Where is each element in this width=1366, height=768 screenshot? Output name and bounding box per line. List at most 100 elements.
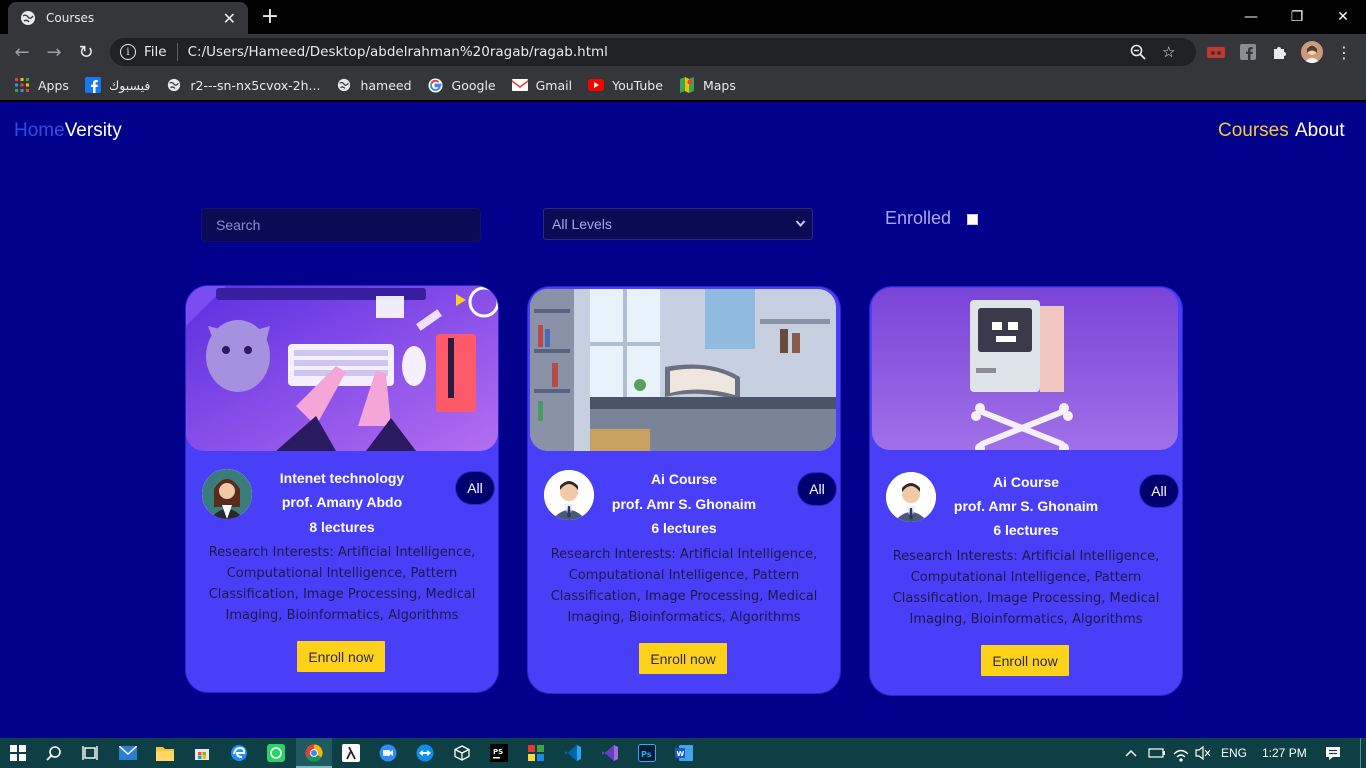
address-bar[interactable]: i File C:/Users/Hameed/Desktop/abdelrahm… [110, 38, 1196, 66]
extensions-puzzle-icon[interactable] [1270, 42, 1290, 62]
course-description: Research Interests: Artificial Intellige… [892, 549, 1160, 627]
menu-kebab-icon[interactable]: ⋮ [1334, 42, 1354, 62]
course-lectures: 6 lectures [651, 520, 717, 536]
back-button[interactable]: ← [10, 40, 34, 64]
store-icon[interactable] [192, 743, 212, 763]
course-lectures: 8 lectures [309, 519, 375, 535]
show-desktop-button[interactable] [1360, 738, 1366, 768]
notifications-icon[interactable] [1324, 738, 1342, 768]
visual-studio-icon[interactable] [600, 743, 620, 763]
app-lambda-icon[interactable] [341, 743, 361, 763]
wifi-icon[interactable] [1172, 738, 1190, 768]
course-instructor: prof. Amany Abdo [281, 494, 403, 510]
course-instructor: prof. Amr S. Ghonaim [953, 498, 1099, 514]
chrome-icon[interactable] [304, 743, 324, 763]
windows-start-icon[interactable] [8, 743, 28, 763]
minimize-button[interactable]: — [1228, 0, 1274, 34]
clock[interactable]: 1:27 PM [1262, 738, 1307, 768]
bookmark-google[interactable]: Google [428, 77, 496, 93]
site-logo[interactable]: HomeVersity [14, 120, 122, 142]
bookmark-star-icon[interactable]: ☆ [1162, 38, 1175, 66]
zoom-app-icon[interactable] [378, 743, 398, 763]
course-lectures: 6 lectures [993, 522, 1059, 538]
level-badge: All [456, 472, 494, 504]
close-tab-icon[interactable]: ✕ [223, 9, 236, 28]
bookmark-label: r2---sn-nx5cvox-2h... [190, 77, 321, 93]
level-select[interactable]: All Levels [543, 208, 813, 240]
svg-text:W: W [677, 750, 685, 758]
bookmark-maps[interactable]: Maps [679, 77, 736, 93]
reload-button[interactable]: ↻ [74, 40, 98, 64]
bookmark-label: Gmail [535, 77, 573, 93]
zoom-icon[interactable] [1130, 38, 1146, 66]
enrolled-checkbox[interactable] [967, 214, 978, 225]
profile-avatar[interactable] [1301, 41, 1323, 63]
language-indicator[interactable]: ENG [1221, 738, 1247, 768]
3d-viewer-icon[interactable] [452, 743, 472, 763]
enroll-now-button[interactable]: Enroll now [639, 643, 727, 674]
restore-button[interactable]: ❐ [1274, 0, 1320, 34]
close-window-button[interactable]: ✕ [1320, 0, 1366, 34]
bookmark-label: hameed [360, 77, 412, 93]
google-icon [428, 77, 444, 93]
course-image-room [530, 289, 836, 451]
bookmark-label: YouTube [612, 77, 663, 93]
facebook-extension-icon[interactable] [1238, 42, 1258, 62]
browser-tab[interactable]: Courses ✕ [8, 2, 248, 34]
course-title: Ai Course [992, 474, 1060, 490]
svg-text:Ps: Ps [641, 750, 652, 759]
task-view-icon[interactable] [80, 743, 100, 763]
nav-about-link[interactable]: About [1295, 120, 1345, 142]
enroll-now-button[interactable]: Enroll now [981, 645, 1069, 676]
url-text[interactable]: C:/Users/Hameed/Desktop/abdelrahman%20ra… [188, 44, 608, 60]
enroll-now-button[interactable]: Enroll now [297, 641, 385, 672]
bookmark-label: Maps [702, 77, 736, 93]
enrolled-label: Enrolled [885, 208, 952, 228]
search-icon[interactable] [44, 743, 64, 763]
bookmark-apps[interactable]: Apps [14, 77, 69, 93]
volume-muted-icon[interactable] [1194, 738, 1212, 768]
level-badge: All [1140, 475, 1178, 507]
forward-button[interactable]: → [42, 40, 66, 64]
info-icon[interactable]: i [120, 44, 136, 60]
bookmark-label: Google [451, 77, 496, 93]
tray-chevron-up-icon[interactable] [1124, 738, 1138, 768]
file-explorer-icon[interactable] [155, 743, 175, 763]
photoshop-icon[interactable]: Ps [637, 743, 657, 763]
page-content: HomeVersity Courses About Search All Lev… [0, 102, 1366, 738]
bookmarks-bar: Apps فيسبوك r2---sn-nx5cvox-2h... hameed… [0, 70, 1366, 100]
level-badge: All [798, 473, 836, 505]
gmail-icon [511, 77, 528, 93]
bookmark-facebook[interactable]: فيسبوك [84, 77, 151, 93]
whatsapp-icon[interactable] [266, 743, 286, 763]
browser-titlebar: Courses ✕ + — ❐ ✕ [0, 0, 1366, 34]
maps-icon [679, 77, 695, 93]
battery-icon[interactable] [1148, 738, 1166, 768]
facebook-icon [84, 77, 101, 93]
phpstorm-icon[interactable]: PS [489, 743, 509, 763]
bookmark-youtube[interactable]: YouTube [588, 77, 663, 93]
vscode-icon[interactable] [563, 743, 583, 763]
bookmark-gmail[interactable]: Gmail [511, 77, 573, 93]
course-image-retro-computer [872, 288, 1178, 450]
new-tab-button[interactable]: + [258, 4, 282, 29]
level-select-value: All Levels [552, 216, 612, 232]
course-card: Ai Course prof. Amr S. Ghonaim 6 lecture… [528, 287, 840, 693]
app-grid-colored-icon[interactable] [526, 743, 546, 763]
nav-courses-link[interactable]: Courses [1218, 120, 1289, 142]
bookmark-hameed[interactable]: hameed [336, 77, 412, 93]
bookmark-label: فيسبوك [108, 77, 151, 93]
word-icon[interactable]: W [674, 743, 694, 763]
globe-icon [20, 10, 36, 26]
mail-icon[interactable] [118, 743, 138, 763]
bookmark-r2[interactable]: r2---sn-nx5cvox-2h... [166, 77, 320, 93]
brand-versity: Versity [64, 120, 122, 141]
brand-home: Home [14, 120, 65, 141]
extension-icon[interactable] [1206, 42, 1226, 62]
search-input[interactable]: Search [201, 208, 481, 242]
svg-text:PS: PS [493, 748, 503, 756]
browser-toolbar: ← → ↻ i File C:/Users/Hameed/Desktop/abd… [0, 34, 1366, 70]
teamviewer-icon[interactable] [415, 743, 435, 763]
edge-icon[interactable] [229, 743, 249, 763]
course-title: Ai Course [650, 471, 718, 487]
